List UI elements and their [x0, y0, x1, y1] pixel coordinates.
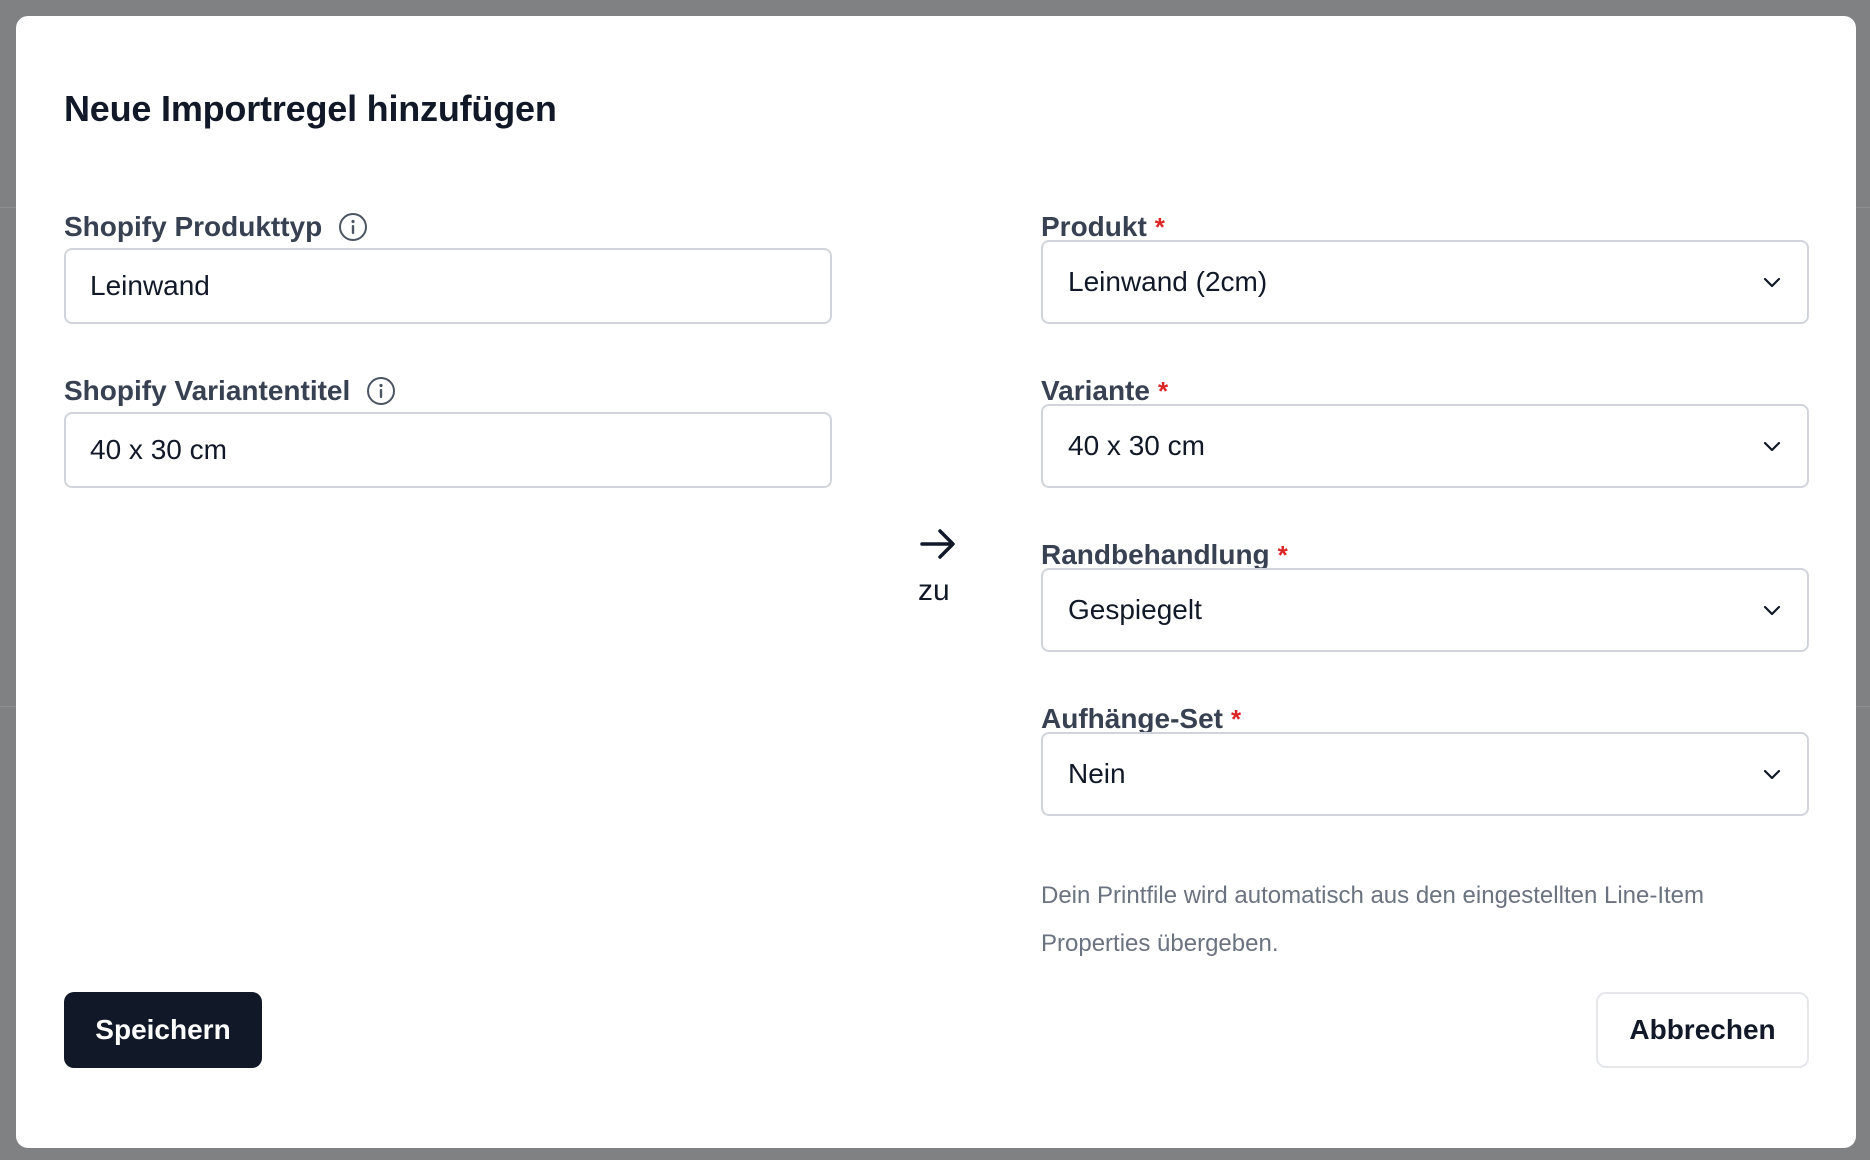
required-marker: * [1157, 375, 1169, 406]
chevron-down-icon [1761, 763, 1783, 785]
variant-label: Variante * [1041, 375, 1169, 406]
edge-treatment-select-value: Gespiegelt [1068, 594, 1202, 625]
product-type-input[interactable] [64, 248, 832, 324]
chevron-down-icon [1761, 435, 1783, 457]
save-button[interactable]: Speichern [64, 992, 262, 1068]
info-icon[interactable] [338, 212, 368, 242]
chevron-down-icon [1761, 599, 1783, 621]
arrow-right-icon [916, 524, 960, 564]
mapping-label: zu [918, 574, 950, 607]
info-icon[interactable] [366, 376, 396, 406]
product-label: Produkt * [1041, 211, 1165, 242]
variant-select[interactable]: 40 x 30 cm [1041, 404, 1809, 488]
product-type-label: Shopify Produkttyp [64, 211, 368, 243]
variant-title-label: Shopify Variantentitel [64, 375, 396, 407]
product-select-value: Leinwand (2cm) [1068, 266, 1268, 297]
variant-title-input[interactable] [64, 412, 832, 488]
chevron-down-icon [1761, 271, 1783, 293]
modal-title: Neue Importregel hinzufügen [64, 88, 557, 129]
import-rule-modal: Neue Importregel hinzufügen Shopify Prod… [16, 16, 1856, 1148]
hanging-set-select-value: Nein [1068, 758, 1126, 789]
required-marker: * [1231, 703, 1242, 734]
variant-select-value: 40 x 30 cm [1068, 430, 1205, 461]
edge-treatment-select[interactable]: Gespiegelt [1041, 568, 1809, 652]
hanging-set-label: Aufhänge-Set * [1041, 703, 1242, 734]
printfile-hint: Dein Printfile wird automatisch aus den … [1041, 882, 1705, 957]
required-marker: * [1277, 539, 1288, 570]
edge-treatment-label: Randbehandlung * [1041, 539, 1288, 570]
hanging-set-select[interactable]: Nein [1041, 732, 1809, 816]
product-select[interactable]: Leinwand (2cm) [1041, 240, 1809, 324]
cancel-button[interactable]: Abbrechen [1596, 992, 1809, 1068]
required-marker: * [1154, 211, 1165, 242]
